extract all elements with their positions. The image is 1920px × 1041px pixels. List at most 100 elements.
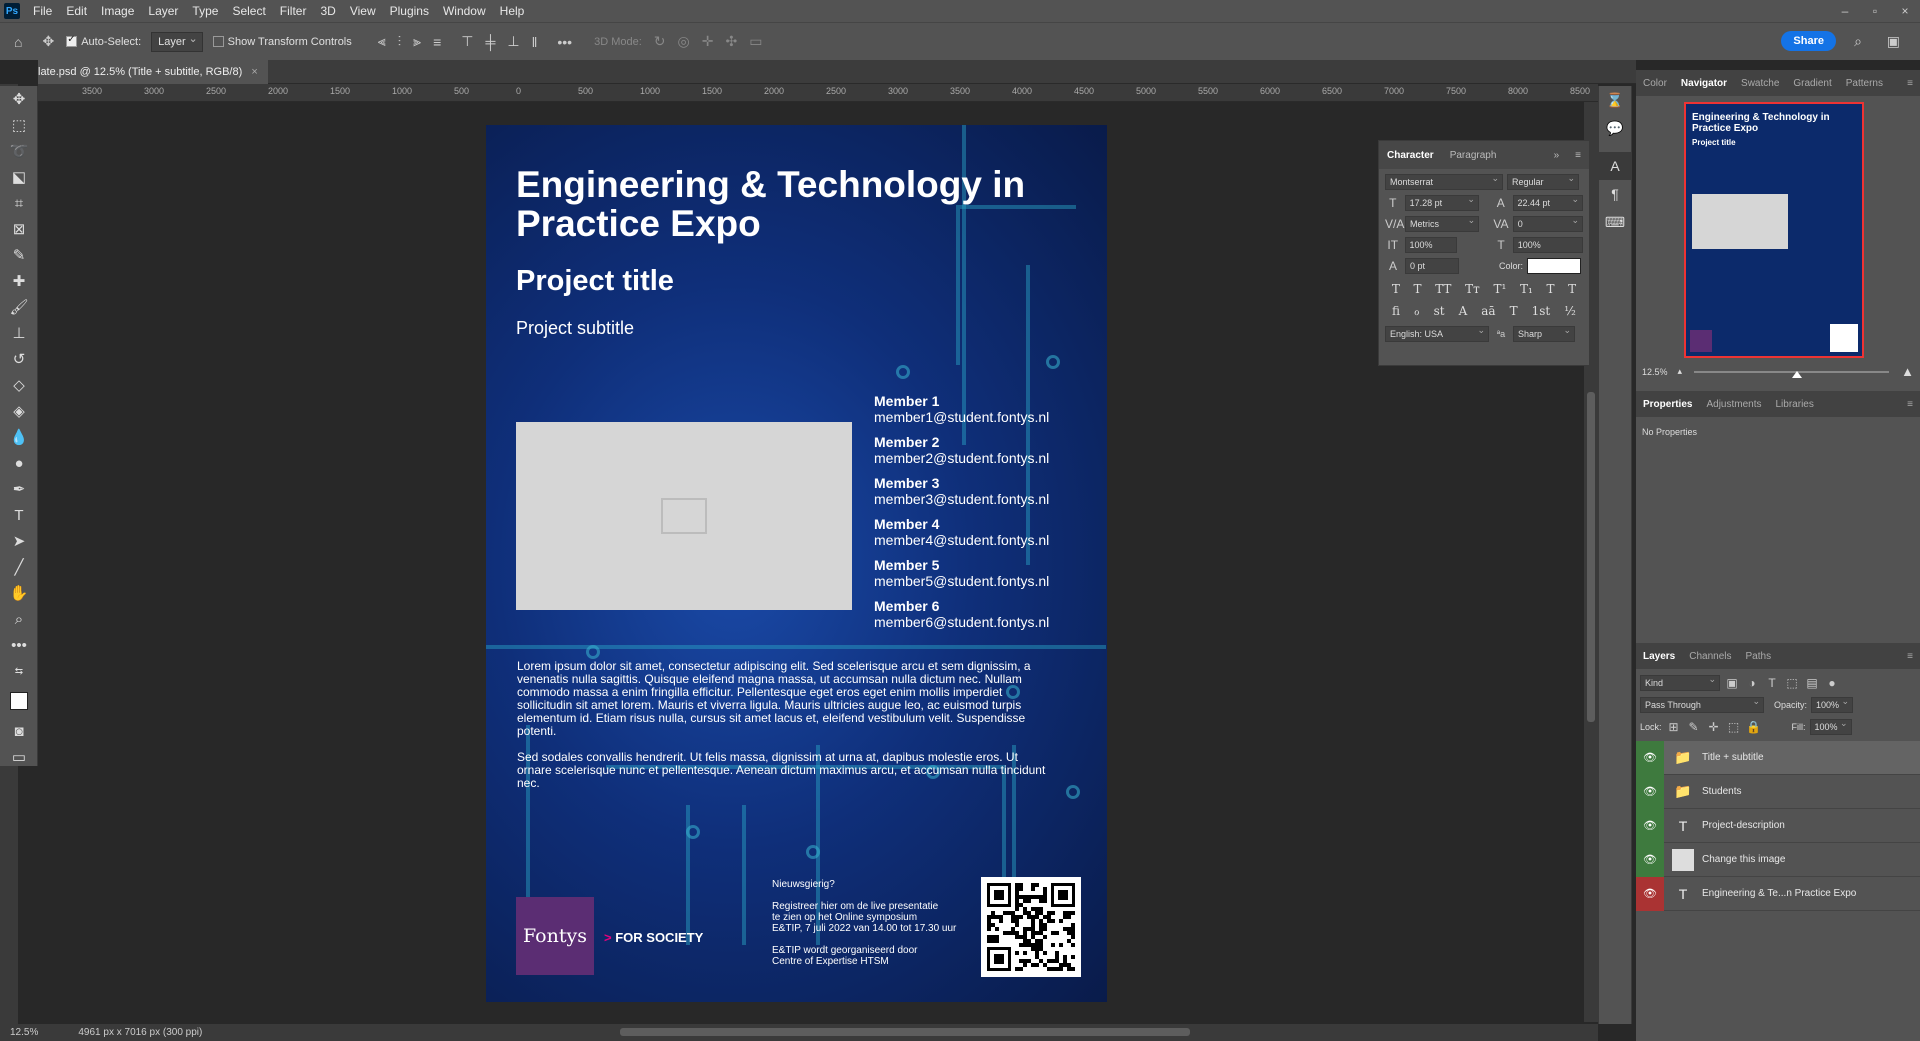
menu-layer[interactable]: Layer: [141, 4, 185, 18]
text-color-swatch[interactable]: [1527, 258, 1582, 274]
menu-plugins[interactable]: Plugins: [383, 4, 436, 18]
tracking-field[interactable]: 0: [1512, 213, 1584, 232]
menu-help[interactable]: Help: [493, 4, 532, 18]
distribute-vertical-icon[interactable]: ‖: [532, 34, 538, 50]
distribute-icon[interactable]: ≡: [433, 34, 441, 50]
tab-libraries[interactable]: Libraries: [1769, 399, 1821, 410]
text-style-button[interactable]: TT: [1435, 282, 1451, 296]
opentype-button[interactable]: aā: [1481, 304, 1495, 318]
text-style-button[interactable]: T¹: [1493, 282, 1506, 296]
lock-pixels-icon[interactable]: ⊞: [1666, 720, 1682, 734]
home-icon[interactable]: ⌂: [14, 34, 22, 50]
healing-brush-icon[interactable]: ✚: [0, 268, 38, 294]
document-tab-close[interactable]: ×: [251, 66, 257, 78]
workspace-icon[interactable]: ▣: [1887, 33, 1900, 50]
font-style-dropdown[interactable]: Regular: [1507, 171, 1579, 190]
filter-smart-icon[interactable]: ▤: [1804, 676, 1820, 690]
text-style-button[interactable]: Tт: [1465, 282, 1480, 296]
align-bottom-icon[interactable]: ⊥: [507, 33, 519, 50]
visibility-eye-icon[interactable]: 👁: [1636, 774, 1664, 809]
path-select-icon[interactable]: ➤: [0, 528, 38, 554]
document-tab[interactable]: late.psd @ 12.5% (Title + subtitle, RGB/…: [38, 60, 268, 84]
baseline-shift-field[interactable]: 0 pt: [1405, 258, 1459, 274]
paragraph-panel-icon[interactable]: ¶: [1599, 180, 1631, 208]
tab-swatche[interactable]: Swatche: [1734, 78, 1786, 89]
poster-title[interactable]: Engineering & Technology in Practice Exp…: [516, 165, 1076, 243]
panel-menu-icon[interactable]: ≡: [1900, 78, 1920, 89]
horizontal-scale-field[interactable]: 100%: [1512, 237, 1583, 253]
tab-layers[interactable]: Layers: [1636, 651, 1682, 662]
opentype-button[interactable]: st: [1434, 304, 1445, 318]
status-dimensions[interactable]: 4961 px x 7016 px (300 ppi): [78, 1027, 202, 1038]
panel-menu-icon[interactable]: ≡: [1900, 651, 1920, 662]
layer-row[interactable]: 👁 📁 Students: [1636, 774, 1920, 809]
text-style-button[interactable]: T: [1546, 282, 1554, 296]
filter-image-icon[interactable]: ▣: [1724, 676, 1740, 690]
tab-adjustments[interactable]: Adjustments: [1699, 399, 1768, 410]
align-right-icon[interactable]: ⫸: [413, 33, 421, 50]
poster-canvas[interactable]: Engineering & Technology in Practice Exp…: [486, 125, 1107, 1002]
photoshop-logo[interactable]: Ps: [4, 3, 20, 19]
visibility-eye-icon[interactable]: 👁: [1636, 740, 1664, 775]
foreground-color-swatch[interactable]: [0, 684, 38, 718]
poster-project-subtitle[interactable]: Project subtitle: [516, 318, 634, 339]
opentype-button[interactable]: ﬁ: [1392, 304, 1400, 318]
poster-description[interactable]: Lorem ipsum dolor sit amet, consectetur …: [517, 660, 1047, 803]
more-icon[interactable]: •••: [557, 34, 572, 50]
menu-filter[interactable]: Filter: [273, 4, 314, 18]
comments-icon[interactable]: 💬: [1599, 114, 1631, 142]
font-size-field[interactable]: 17.28 pt: [1404, 192, 1479, 211]
visibility-eye-icon[interactable]: 👁: [1636, 808, 1664, 843]
move-tool-icon[interactable]: ✥: [42, 33, 54, 50]
visibility-eye-icon[interactable]: 👁: [1636, 842, 1664, 877]
move-tool-icon[interactable]: ✥: [0, 86, 38, 112]
menu-edit[interactable]: Edit: [59, 4, 94, 18]
paint-bucket-icon[interactable]: ◈: [0, 398, 38, 424]
stamp-tool-icon[interactable]: ⊥: [0, 320, 38, 346]
lock-paint-icon[interactable]: ✎: [1686, 720, 1702, 734]
menu-3d[interactable]: 3D: [313, 4, 342, 18]
language-dropdown[interactable]: English: USA: [1385, 323, 1489, 342]
panel-menu-icon[interactable]: ≡: [1567, 150, 1589, 161]
zoom-tool-icon[interactable]: ⌕: [0, 606, 38, 632]
brush-tool-icon[interactable]: 🖌: [0, 294, 38, 320]
panel-menu-icon[interactable]: ≡: [1900, 399, 1920, 410]
opacity-field[interactable]: 100%: [1811, 694, 1854, 713]
eraser-icon[interactable]: ◇: [0, 372, 38, 398]
fill-field[interactable]: 100%: [1809, 716, 1852, 735]
auto-select-checkbox[interactable]: Auto-Select:: [66, 34, 141, 48]
menu-file[interactable]: File: [26, 4, 59, 18]
opentype-button[interactable]: ½: [1564, 304, 1576, 318]
marquee-tool-icon[interactable]: ⬚: [0, 112, 38, 138]
poster-image-placeholder[interactable]: [516, 422, 852, 610]
layer-row[interactable]: 👁 T Project-description: [1636, 808, 1920, 843]
menu-select[interactable]: Select: [225, 4, 272, 18]
layer-row[interactable]: 👁 T Engineering & Te...n Practice Expo: [1636, 876, 1920, 911]
menu-image[interactable]: Image: [94, 4, 141, 18]
canvas-horizontal-scrollbar[interactable]: [620, 1028, 1190, 1036]
poster-project-title[interactable]: Project title: [516, 265, 674, 298]
opentype-button[interactable]: A: [1459, 304, 1468, 318]
collapse-icon[interactable]: »: [1546, 150, 1568, 161]
navigator-zoom-value[interactable]: 12.5%: [1642, 367, 1668, 377]
menu-view[interactable]: View: [343, 4, 383, 18]
tab-paths[interactable]: Paths: [1739, 651, 1779, 662]
auto-select-dropdown[interactable]: Layer: [151, 30, 203, 52]
crop-tool-icon[interactable]: ⌗: [0, 190, 38, 216]
tab-patterns[interactable]: Patterns: [1839, 78, 1890, 89]
filter-toggle-icon[interactable]: ●: [1824, 676, 1840, 690]
line-tool-icon[interactable]: ╱: [0, 554, 38, 580]
align-center-icon[interactable]: ⫶: [398, 33, 402, 50]
show-transform-checkbox[interactable]: Show Transform Controls: [212, 36, 352, 48]
3d-pan-icon[interactable]: ✛: [702, 33, 714, 50]
visibility-eye-icon[interactable]: 👁: [1636, 876, 1664, 911]
pen-tool-icon[interactable]: ✒: [0, 476, 38, 502]
align-top-icon[interactable]: ⊤: [461, 33, 473, 50]
lasso-tool-icon[interactable]: ➰: [0, 138, 38, 164]
history-icon[interactable]: ⌛: [1599, 86, 1631, 114]
leading-field[interactable]: 22.44 pt: [1512, 192, 1583, 211]
kerning-field[interactable]: Metrics: [1405, 213, 1480, 232]
filter-adjustment-icon[interactable]: ◑: [1744, 676, 1760, 690]
tab-paragraph[interactable]: Paragraph: [1442, 150, 1505, 161]
minimize-button[interactable]: –: [1830, 0, 1860, 22]
